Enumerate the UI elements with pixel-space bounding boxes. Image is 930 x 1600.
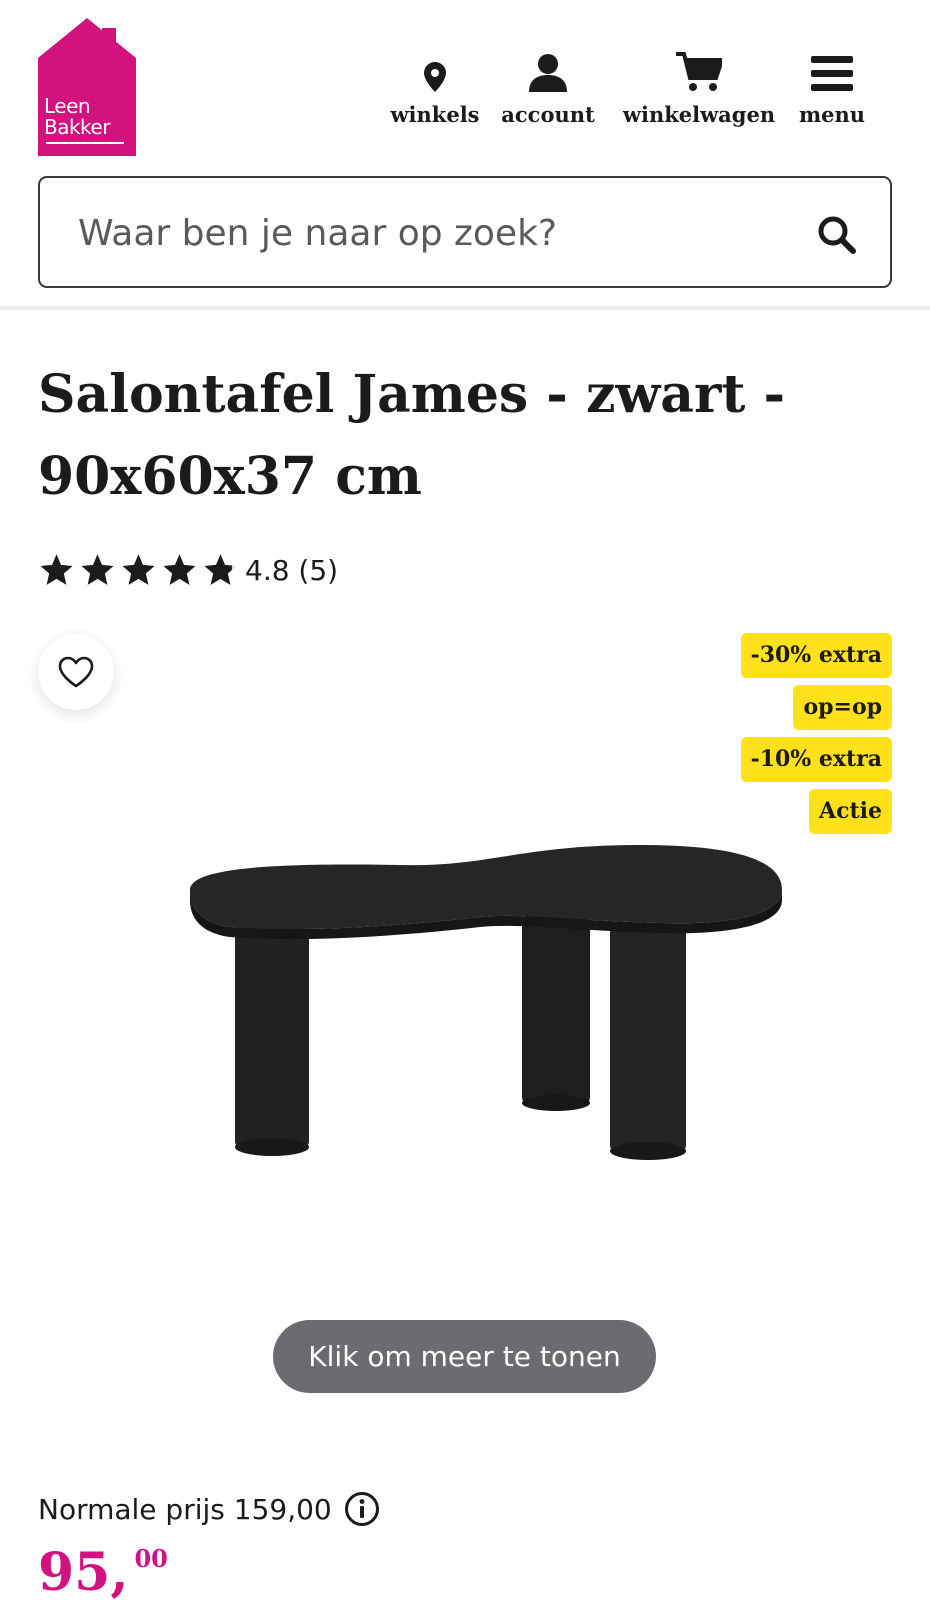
star-icon xyxy=(40,554,73,585)
promo-badge: -10% extra xyxy=(740,737,892,782)
star-icon xyxy=(163,554,196,585)
star-icon xyxy=(122,554,155,585)
search-icon[interactable] xyxy=(816,214,858,256)
logo-underline xyxy=(46,142,124,144)
info-icon[interactable] xyxy=(344,1491,380,1527)
header: Leen Bakker winkels account winkelwagen … xyxy=(0,0,930,160)
nav-menu-label: menu xyxy=(798,102,866,127)
favorite-button[interactable] xyxy=(38,634,114,710)
search-bar xyxy=(38,176,892,288)
nav-winkelwagen[interactable]: winkelwagen xyxy=(614,48,784,127)
star-partial-icon xyxy=(204,554,237,585)
nav-winkelwagen-label: winkelwagen xyxy=(622,102,776,127)
nav-menu[interactable]: menu xyxy=(792,48,872,127)
nav-winkels-label: winkels xyxy=(390,102,480,127)
price-cents: 00 xyxy=(134,1544,168,1573)
user-icon xyxy=(529,48,567,92)
normal-price-text: Normale prijs 159,00 xyxy=(38,1492,332,1526)
promo-badge: op=op xyxy=(793,685,892,730)
nav-account-label: account xyxy=(501,102,595,127)
nav-account[interactable]: account xyxy=(492,48,604,127)
shopping-cart-icon xyxy=(676,48,722,92)
star-icon xyxy=(81,554,114,585)
show-more-button[interactable]: Klik om meer te tonen xyxy=(273,1320,656,1393)
product-image[interactable] xyxy=(160,845,800,1185)
current-price: 95, 00 xyxy=(38,1540,168,1600)
promo-badges: -30% extra op=op -10% extra Actie xyxy=(740,633,892,834)
product-rating[interactable]: 4.8 (5) xyxy=(38,552,338,588)
hamburger-icon xyxy=(811,48,853,92)
leen-bakker-logo[interactable]: Leen Bakker xyxy=(38,18,136,156)
normal-price: Normale prijs 159,00 xyxy=(38,1491,380,1527)
nav-winkels[interactable]: winkels xyxy=(390,48,480,127)
price-main: 95, xyxy=(38,1542,129,1600)
promo-badge: -30% extra xyxy=(740,633,892,678)
promo-badge: Actie xyxy=(809,789,892,834)
search-input[interactable] xyxy=(78,204,778,262)
header-divider xyxy=(0,306,930,310)
logo-text: Leen Bakker xyxy=(44,94,110,139)
top-navigation: winkels account winkelwagen menu xyxy=(390,48,872,127)
product-title: Salontafel James - zwart - 90x60x37 cm xyxy=(38,364,786,507)
heart-icon xyxy=(58,656,94,688)
rating-stars xyxy=(38,552,239,588)
rating-text: 4.8 (5) xyxy=(245,553,339,587)
map-pin-icon xyxy=(424,48,446,92)
